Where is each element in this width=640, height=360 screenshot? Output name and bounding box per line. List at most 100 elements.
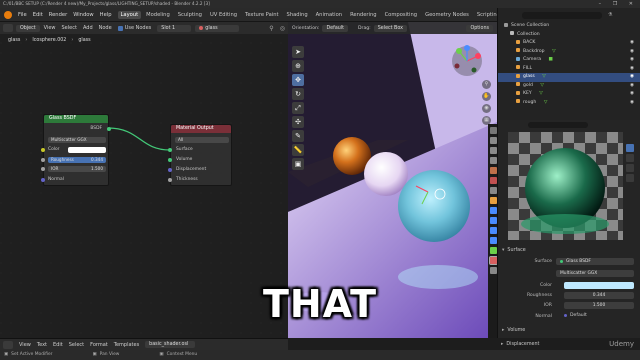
particles-tab-icon[interactable] [489,217,497,224]
editor-type-icon[interactable] [3,24,13,32]
move-icon[interactable]: ✥ [292,74,304,86]
material-output-node[interactable]: Material Output All Surface Volume Displ… [168,124,232,186]
outliner-item-glass[interactable]: glass ▽ ◉ [498,73,640,82]
menu-window[interactable]: Window [73,12,93,18]
menu-edit[interactable]: Edit [33,12,43,18]
preview-sphere-icon[interactable] [626,144,634,152]
distribution-dropdown[interactable]: Multiscatter GGX [48,137,106,143]
surface-input-socket[interactable] [168,148,172,152]
outliner-item-backdrop[interactable]: Backdrop ▽ ◉ [498,48,640,57]
preview-hair-icon[interactable] [626,174,634,182]
tab-rendering[interactable]: Rendering [347,11,380,19]
zoom-icon[interactable]: ⚲ [482,80,491,89]
distribution-field[interactable]: Multiscatter GGX [556,270,634,277]
outliner-item-back[interactable]: BACK ◉ [498,39,640,48]
breadcrumb-item-material[interactable]: glass [78,38,90,43]
orientation-dropdown[interactable]: Default [322,24,349,32]
menu-templates[interactable]: Templates [114,342,139,348]
tab-layout[interactable]: Layout [117,10,142,19]
tab-texture-paint[interactable]: Texture Paint [242,11,281,19]
properties-search[interactable] [528,122,588,128]
tab-shading[interactable]: Shading [284,11,311,19]
output-tab-icon[interactable] [489,147,497,154]
outliner-search[interactable] [522,11,602,19]
outliner-item-fill[interactable]: FILL ◉ [498,65,640,74]
bsdf-output-socket[interactable] [107,127,111,131]
modifier-tab-icon[interactable] [489,207,497,214]
overlay-icon[interactable]: ◎ [280,25,285,32]
ior-input-socket[interactable] [41,167,45,171]
outliner-collection[interactable]: Collection [498,31,640,40]
preview-plane-icon[interactable] [626,154,634,162]
menu-help[interactable]: Help [100,12,112,18]
use-nodes-checkbox[interactable] [117,25,123,31]
ior-prop-field[interactable]: 1.500 [564,302,634,309]
scene-tab-icon[interactable] [489,167,497,174]
menu-select[interactable]: Select [62,25,77,31]
transform-gizmo[interactable] [408,172,448,212]
pin-icon[interactable]: ⚲ [269,25,273,32]
visibility-eye-icon[interactable]: ◉ [630,39,634,48]
drag-dropdown[interactable]: Select Box [373,24,407,32]
normal-prop-field[interactable]: Default [564,313,587,318]
navigation-gizmo[interactable] [450,44,484,78]
surface-panel-header[interactable]: ▾ Surface [502,246,526,254]
pan-hand-icon[interactable]: ✋ [482,92,491,101]
visibility-eye-icon[interactable]: ◉ [630,48,634,57]
outliner-item-rough[interactable]: rough ▽ ◉ [498,99,640,108]
camera-view-icon[interactable]: ◉ [482,104,491,113]
menu-edit[interactable]: Edit [53,342,63,348]
menu-text[interactable]: Text [37,342,47,348]
visibility-eye-icon[interactable]: ◉ [630,56,634,65]
select-cursor-icon[interactable]: ➤ [292,46,304,58]
glass-bsdf-node[interactable]: Glass BSDF BSDF Multiscatter GGX Color R… [41,114,111,186]
preview-cube-icon[interactable] [626,164,634,172]
transform-icon[interactable]: ✣ [292,116,304,128]
outliner-item-key[interactable]: KEY ▽ ◉ [498,90,640,99]
object-mode-dropdown[interactable]: Object [16,24,40,32]
tab-modeling[interactable]: Modeling [143,11,173,19]
object-tab-icon[interactable] [489,197,497,204]
visibility-eye-icon[interactable]: ◉ [630,82,634,91]
menu-view[interactable]: View [44,25,56,31]
color-swatch[interactable] [68,147,106,153]
visibility-eye-icon[interactable]: ◉ [630,65,634,74]
roughness-input-socket[interactable] [41,158,45,162]
tab-animation[interactable]: Animation [313,11,345,19]
material-selector[interactable]: glass [195,24,240,32]
view-layer-tab-icon[interactable] [489,157,497,164]
visibility-eye-icon[interactable]: ◉ [630,73,634,82]
menu-add[interactable]: Add [83,25,93,31]
blender-logo-icon[interactable] [4,10,12,19]
world-tab-icon[interactable] [489,177,497,184]
menu-file[interactable]: File [18,12,27,18]
text-file-selector[interactable]: basic_shader.osl [145,341,196,348]
slot-dropdown[interactable]: Slot 1 [157,24,192,32]
visibility-eye-icon[interactable]: ◉ [630,99,634,108]
breadcrumb-item-glass[interactable]: glass [8,38,20,43]
roughness-field[interactable]: Roughness 0.344 [48,157,106,163]
scale-icon[interactable]: ⤢ [292,102,304,114]
outliner-item-camera[interactable]: Camera ■ ◉ [498,56,640,65]
thickness-input-socket[interactable] [168,178,172,182]
render-tab-icon[interactable] [489,137,497,144]
roughness-prop-field[interactable]: 0.344 [564,292,634,299]
menu-view[interactable]: View [19,342,31,348]
cursor-3d-icon[interactable]: ⊕ [292,60,304,72]
color-prop-swatch[interactable] [564,282,634,289]
volume-input-socket[interactable] [168,158,172,162]
menu-format[interactable]: Format [90,342,108,348]
normal-input-socket[interactable] [41,178,45,182]
tab-compositing[interactable]: Compositing [382,11,421,19]
outliner-scene-collection[interactable]: Scene Collection [498,22,640,31]
menu-select[interactable]: Select [69,342,84,348]
add-cube-icon[interactable]: ▣ [292,158,304,170]
filter-icon[interactable]: ⚗ [608,12,612,18]
outliner-item-gold[interactable]: gold ▽ ◉ [498,82,640,91]
color-input-socket[interactable] [41,148,45,152]
rotate-icon[interactable]: ↻ [292,88,304,100]
data-tab-icon[interactable] [489,247,497,254]
volume-panel-header[interactable]: ▸ Volume [502,326,525,334]
menu-node[interactable]: Node [99,25,112,31]
measure-icon[interactable]: 📏 [292,144,304,156]
